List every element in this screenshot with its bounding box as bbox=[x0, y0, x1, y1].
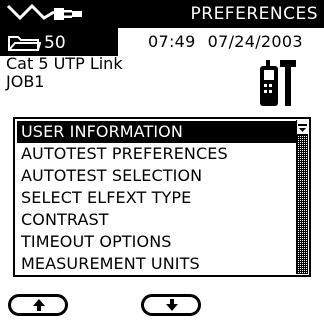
menu-list: USER INFORMATION AUTOTEST PREFERENCES AU… bbox=[17, 121, 299, 275]
folder-status: 50 bbox=[0, 28, 118, 56]
tester-and-tool-icon bbox=[258, 58, 298, 114]
header-bar: PREFERENCES bbox=[0, 0, 324, 28]
folder-count: 50 bbox=[44, 33, 66, 53]
scroll-down-button[interactable] bbox=[141, 294, 201, 316]
page-title: PREFERENCES bbox=[190, 4, 318, 24]
preferences-menu: USER INFORMATION AUTOTEST PREFERENCES AU… bbox=[13, 117, 311, 277]
scrollbar[interactable] bbox=[296, 120, 308, 274]
menu-item-user-information[interactable]: USER INFORMATION bbox=[17, 121, 299, 143]
cable-test-logo-icon bbox=[6, 2, 88, 30]
job-id-label: JOB1 bbox=[6, 72, 45, 91]
menu-item-autotest-preferences[interactable]: AUTOTEST PREFERENCES bbox=[17, 143, 299, 165]
menu-item-timeout-options[interactable]: TIMEOUT OPTIONS bbox=[17, 231, 299, 253]
menu-item-contrast[interactable]: CONTRAST bbox=[17, 209, 299, 231]
date-time: 07:49 07/24/2003 bbox=[148, 32, 303, 52]
preferences-screen: PREFERENCES 50 07:49 07/24/2003 Cat 5 UTP… bbox=[0, 0, 324, 326]
folder-icon bbox=[7, 34, 42, 56]
scrollbar-thumb[interactable] bbox=[297, 120, 308, 135]
time-label: 07:49 bbox=[148, 32, 196, 51]
menu-item-select-elfext-type[interactable]: SELECT ELFEXT TYPE bbox=[17, 187, 299, 209]
scroll-up-button[interactable] bbox=[8, 294, 68, 316]
menu-item-measurement-units[interactable]: MEASUREMENT UNITS bbox=[17, 253, 299, 275]
menu-item-autotest-selection[interactable]: AUTOTEST SELECTION bbox=[17, 165, 299, 187]
link-type-label: Cat 5 UTP Link bbox=[6, 54, 123, 73]
date-label: 07/24/2003 bbox=[207, 32, 303, 51]
